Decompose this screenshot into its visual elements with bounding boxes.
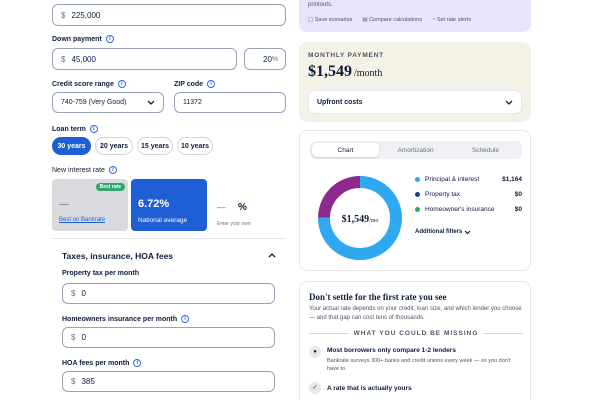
enter-own-rate-card[interactable]: — % Enter your own	[211, 179, 287, 231]
national-average-caption: National average	[138, 217, 188, 224]
home-price-input[interactable]: $ 225,000	[52, 4, 286, 26]
legend-item: Principal & interest $1,164	[415, 176, 522, 183]
tab-schedule[interactable]: Schedule	[452, 143, 519, 157]
compare-icon: ▤	[362, 17, 368, 23]
credit-score-label: Credit score range i	[52, 80, 126, 88]
chevron-down-icon	[464, 230, 471, 234]
best-rate-card[interactable]: Best rate — Best on Bankrate	[52, 179, 128, 231]
legend-item: Property tax $0	[415, 191, 522, 198]
info-icon[interactable]: i	[133, 359, 142, 367]
chart-card: Chart Amortization Schedule $1,549/mo Pr…	[299, 130, 531, 271]
chevron-up-icon[interactable]	[268, 252, 276, 258]
down-payment-percent-input[interactable]: 20 %	[244, 48, 286, 70]
legend-value: $0	[514, 191, 522, 198]
insurance-input[interactable]: $ 0	[62, 327, 275, 348]
info-icon[interactable]: i	[181, 315, 190, 323]
loan-term-20-years[interactable]: 20 years	[95, 137, 133, 155]
own-rate-suffix: %	[238, 202, 247, 213]
credit-score-select[interactable]: 740-759 (Very Good)	[52, 92, 164, 113]
loan-term-label: Loan term i	[52, 125, 98, 133]
monthly-payment-heading: MONTHLY PAYMENT	[308, 52, 384, 59]
tips-heading: Don't settle for the first rate you see	[309, 292, 447, 302]
chart-legend: Principal & interest $1,164 Property tax $0…	[415, 176, 522, 221]
down-payment-label: Down payment i	[52, 35, 114, 43]
best-rate-value: —	[59, 199, 69, 210]
own-rate-value[interactable]: —	[217, 202, 226, 212]
donut-center-period: /mo	[369, 218, 379, 224]
info-icon[interactable]: i	[108, 166, 117, 174]
chevron-down-icon	[147, 100, 155, 105]
badge-icon: ✓	[309, 382, 321, 394]
upfront-costs-dropdown[interactable]: Upfront costs	[308, 90, 522, 114]
legend-value: $0	[514, 206, 522, 213]
save-scenarios-link[interactable]: ▢ Save scenarios	[308, 17, 352, 23]
legend-dot	[415, 192, 420, 197]
national-average-value: 6.72%	[138, 198, 170, 210]
zip-code-label: ZIP code i	[174, 80, 216, 88]
loan-term-30-years[interactable]: 30 years	[52, 137, 91, 155]
insurance-label: Homeowners insurance per month i	[62, 315, 190, 323]
upfront-costs-label: Upfront costs	[317, 99, 363, 106]
taxes-section-title: Taxes, insurance, HOA fees	[62, 251, 174, 261]
set-rate-alerts-link[interactable]: ◔ Set rate alerts	[432, 17, 471, 23]
best-rate-caption: Best on Bankrate	[59, 217, 106, 223]
info-icon[interactable]: i	[105, 35, 114, 43]
chevron-down-icon	[505, 100, 513, 105]
legend-value: $1,164	[502, 176, 522, 183]
loan-term-10-years[interactable]: 10 years	[177, 137, 213, 155]
additional-filters-link[interactable]: Additional filters	[415, 229, 471, 235]
property-tax-input[interactable]: $ 0	[62, 283, 275, 304]
compare-calculations-link[interactable]: ▤ Compare calculations	[362, 17, 422, 23]
down-payment-input[interactable]: $ 45,000	[52, 48, 237, 70]
bell-icon: ◔	[431, 17, 436, 23]
legend-label: Principal & interest	[425, 176, 480, 183]
info-icon[interactable]: i	[207, 80, 216, 88]
tab-amortization[interactable]: Amortization	[382, 143, 449, 157]
zip-code-input[interactable]: 11372	[174, 92, 286, 113]
info-icon[interactable]: i	[89, 125, 98, 133]
loan-term-15-years[interactable]: 15 years	[137, 137, 173, 155]
tip-text: Bankrate surveys 300+ banks and credit u…	[327, 358, 511, 372]
chart-tabs: Chart Amortization Schedule	[310, 141, 522, 159]
tab-chart[interactable]: Chart	[312, 143, 379, 157]
tip-title: A rate that is actually yours	[327, 385, 412, 392]
interest-rate-label: New interest rate i	[52, 166, 117, 174]
legend-dot	[415, 177, 420, 182]
tip-title: Most borrowers only compare 1-2 lenders	[327, 347, 456, 354]
best-rate-badge: Best rate	[95, 183, 125, 191]
tools-panel: printouts. ▢ Save scenarios ▤ Compare ca…	[299, 0, 531, 32]
donut-center-label: $1,549/mo	[315, 209, 405, 227]
monthly-payment-amount: $1,549	[308, 63, 352, 80]
legend-dot	[415, 207, 420, 212]
monthly-payment-period: /month	[354, 68, 383, 79]
info-icon[interactable]: i	[117, 80, 126, 88]
tips-divider: WHAT YOU COULD BE MISSING	[309, 330, 524, 337]
tips-card: Don't settle for the first rate you see …	[299, 281, 531, 400]
own-rate-caption: Enter your own	[217, 221, 251, 227]
donut-center-amount: $1,549	[341, 214, 370, 225]
property-tax-label: Property tax per month	[62, 270, 140, 277]
bookmark-icon: ▢	[308, 17, 314, 23]
legend-label: Property tax	[425, 191, 461, 198]
tips-body: Your actual rate depends on your credit,…	[309, 306, 522, 321]
people-icon: ●	[309, 346, 321, 358]
legend-label: Homeowner's insurance	[425, 206, 495, 213]
national-average-card[interactable]: 6.72% National average	[131, 179, 207, 231]
section-divider	[52, 238, 286, 239]
legend-item: Homeowner's insurance $0	[415, 206, 522, 213]
hoa-label: HOA fees per month i	[62, 359, 142, 367]
tools-panel-text: printouts.	[308, 2, 333, 8]
hoa-input[interactable]: $ 385	[62, 371, 275, 392]
monthly-payment-card: MONTHLY PAYMENT $1,549 /month Upfront co…	[299, 42, 531, 122]
